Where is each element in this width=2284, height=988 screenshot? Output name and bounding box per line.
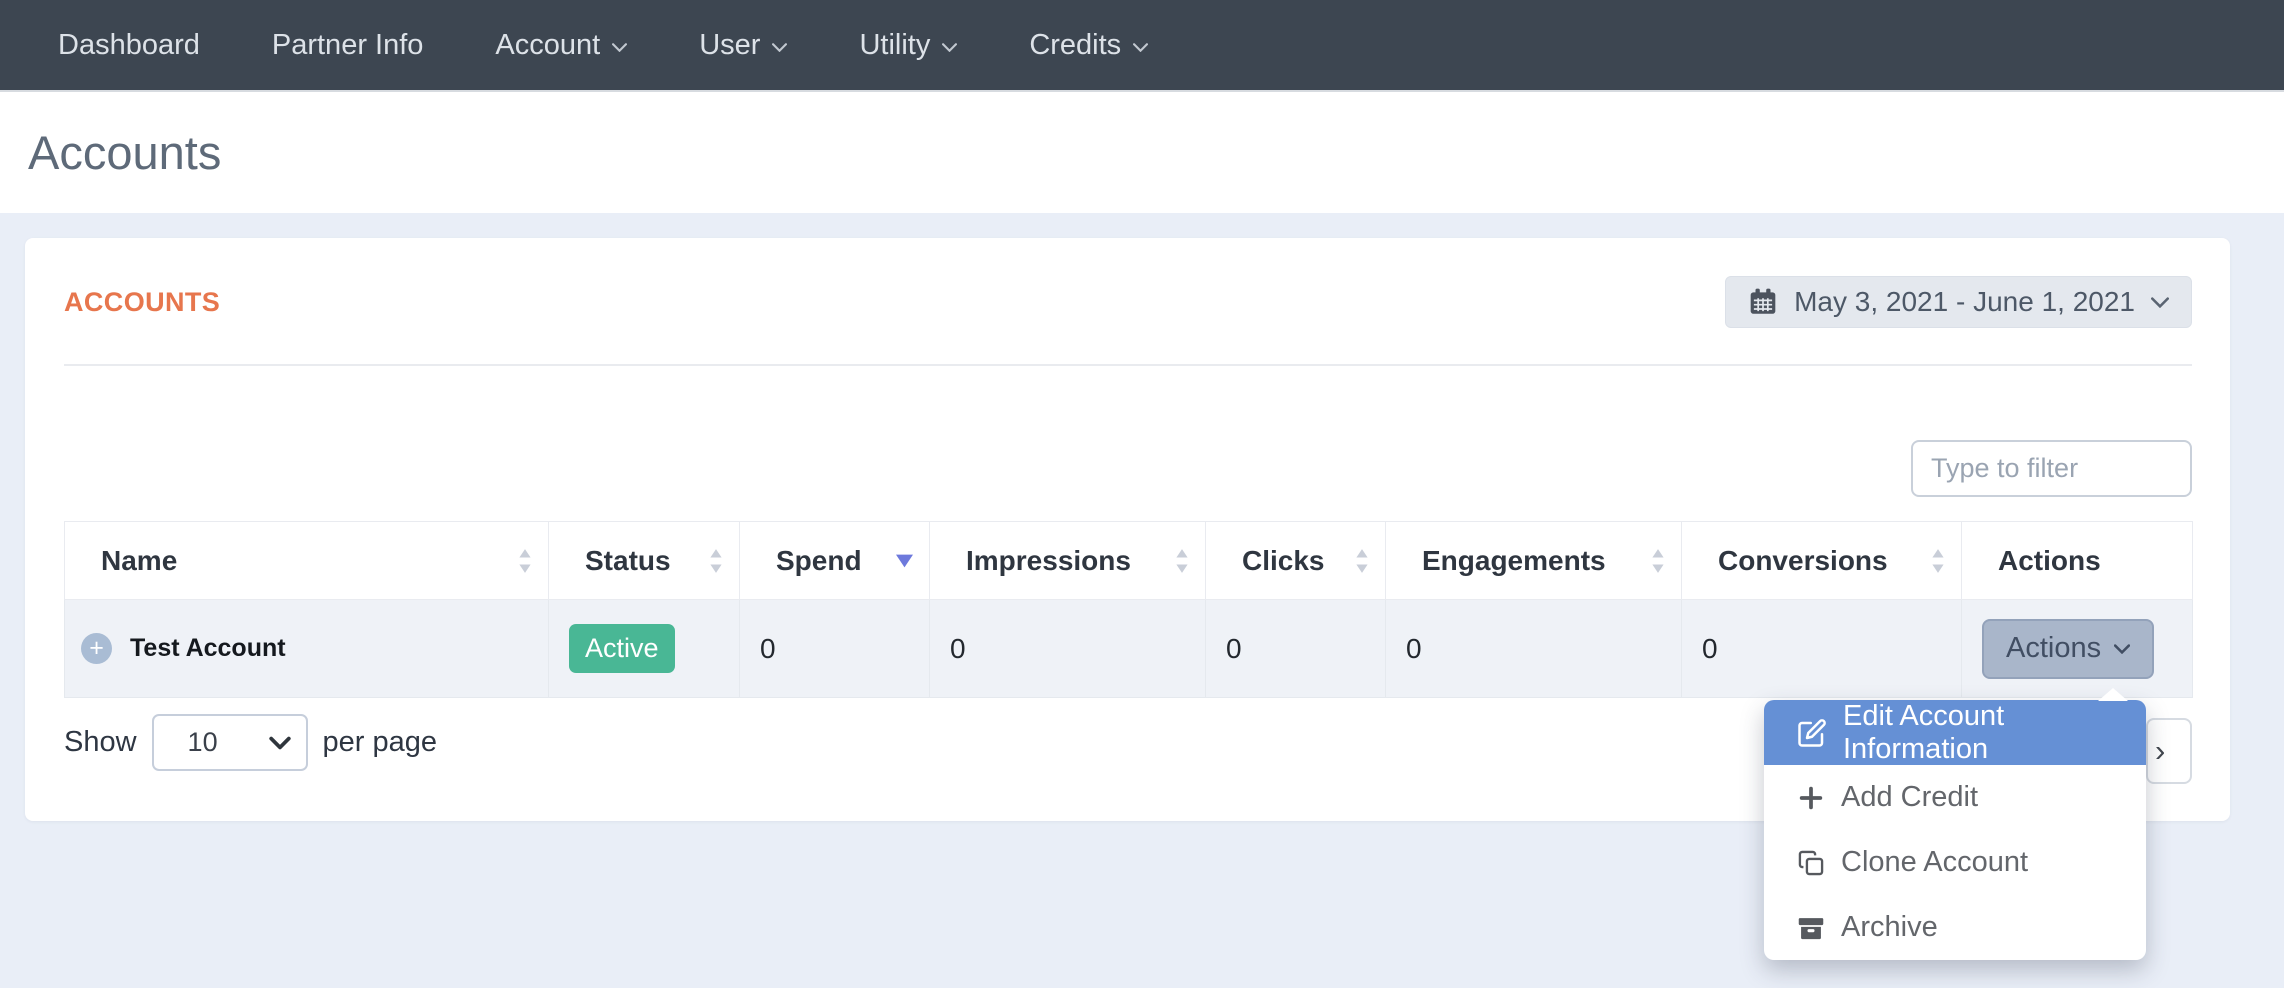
show-label: Show	[64, 726, 137, 758]
chevron-down-icon	[2151, 296, 2169, 308]
sort-icon	[1932, 548, 1944, 573]
expand-row-icon[interactable]: +	[81, 633, 112, 664]
column-header-status[interactable]: Status	[548, 521, 740, 600]
cell-impressions: 0	[929, 599, 1206, 698]
nav-item-label: Utility	[859, 28, 931, 61]
menu-item-edit-account-information[interactable]: Edit Account Information	[1764, 700, 2146, 765]
menu-item-label: Clone Account	[1841, 846, 2029, 878]
account-name: Test Account	[130, 634, 286, 662]
filter-input[interactable]	[1911, 440, 2192, 497]
nav-item-label: Dashboard	[58, 28, 200, 61]
calendar-icon	[1750, 288, 1776, 314]
table-header-row: Name Status Spend Impressions Clicks Eng…	[64, 521, 2193, 600]
page-title-bar: Accounts	[0, 92, 2284, 213]
nav-item-label: Account	[495, 28, 601, 61]
per-page-select[interactable]: 10	[151, 714, 308, 771]
chevron-down-icon	[942, 43, 958, 52]
pagination-next-icon: ›	[2155, 733, 2166, 768]
edit-icon	[1798, 718, 1826, 747]
cell-clicks: 0	[1205, 599, 1386, 698]
pagination-next-button[interactable]: ›	[2146, 718, 2192, 784]
panel-header: ACCOUNTS May 3, 2021 - June 1, 2021	[64, 276, 2192, 328]
nav-item-dashboard[interactable]: Dashboard	[58, 29, 236, 62]
chevron-down-icon	[2114, 643, 2131, 654]
nav-item-utility[interactable]: Utility	[823, 29, 993, 62]
panel-title: ACCOUNTS	[64, 286, 221, 317]
per-page-value: 10	[187, 727, 218, 757]
page-title: Accounts	[28, 126, 222, 179]
chevron-down-icon	[612, 43, 628, 52]
column-header-engagements[interactable]: Engagements	[1385, 521, 1682, 600]
menu-item-label: Edit Account Information	[1843, 700, 2005, 765]
actions-button-label: Actions	[2006, 632, 2102, 664]
column-header-conversions[interactable]: Conversions	[1681, 521, 1962, 600]
status-badge: Active	[569, 624, 675, 673]
accounts-table: Name Status Spend Impressions Clicks Eng…	[64, 521, 2193, 698]
sort-icon	[1356, 548, 1368, 573]
column-header-name[interactable]: Name	[64, 521, 549, 600]
nav-item-label: Credits	[1029, 28, 1122, 61]
nav-item-label: User	[699, 28, 761, 61]
cell-actions: Actions	[1961, 599, 2193, 698]
sort-desc-icon	[896, 554, 913, 567]
archive-icon	[1798, 917, 1824, 939]
nav-item-partner-info[interactable]: Partner Info	[236, 29, 460, 62]
cell-name: + Test Account	[64, 599, 549, 698]
table-row: + Test Account Active 0 0 0 0 0 Actions	[64, 599, 2193, 698]
actions-dropdown-menu: Edit Account Information Add Credit Clon…	[1764, 700, 2146, 960]
clone-icon	[1798, 850, 1824, 875]
date-range-button[interactable]: May 3, 2021 - June 1, 2021	[1725, 276, 2192, 328]
chevron-down-icon	[772, 43, 788, 52]
chevron-down-icon	[1133, 43, 1149, 52]
column-header-clicks[interactable]: Clicks	[1205, 521, 1386, 600]
per-page-label: per page	[322, 726, 438, 758]
menu-item-label: Archive	[1841, 911, 1938, 943]
nav-item-user[interactable]: User	[663, 29, 823, 62]
sort-icon	[1176, 548, 1188, 573]
cell-status: Active	[548, 599, 740, 698]
column-header-spend[interactable]: Spend	[739, 521, 930, 600]
date-range-label: May 3, 2021 - June 1, 2021	[1794, 286, 2135, 317]
column-header-impressions[interactable]: Impressions	[929, 521, 1206, 600]
cell-engagements: 0	[1385, 599, 1682, 698]
sort-icon	[710, 548, 722, 573]
menu-item-archive[interactable]: Archive	[1764, 895, 2146, 960]
menu-item-add-credit[interactable]: Add Credit	[1764, 765, 2146, 830]
sort-icon	[1652, 548, 1664, 573]
cell-conversions: 0	[1681, 599, 1962, 698]
panel-divider	[64, 364, 2192, 366]
filter-row	[64, 440, 2192, 497]
cell-spend: 0	[739, 599, 930, 698]
plus-icon	[1799, 786, 1823, 809]
actions-button[interactable]: Actions	[1982, 618, 2155, 679]
nav-item-label: Partner Info	[271, 28, 424, 61]
dropdown-caret	[2098, 688, 2128, 701]
nav-item-account[interactable]: Account	[459, 29, 663, 62]
chevron-down-icon	[268, 736, 291, 749]
nav-item-credits[interactable]: Credits	[993, 29, 1184, 62]
menu-item-label: Add Credit	[1841, 781, 1979, 813]
top-navbar: Dashboard Partner Info Account User Util…	[0, 0, 2284, 92]
column-header-actions: Actions	[1961, 521, 2193, 600]
menu-item-clone-account[interactable]: Clone Account	[1764, 830, 2146, 895]
sort-icon	[519, 548, 531, 573]
